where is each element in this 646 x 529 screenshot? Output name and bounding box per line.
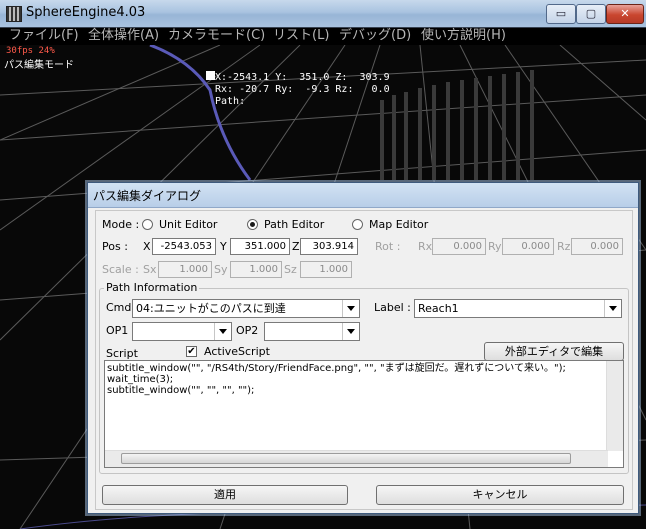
window-title: SphereEngine4.03 bbox=[26, 5, 146, 20]
scale-x-label: Sx bbox=[143, 263, 157, 276]
rot-y-label: Ry bbox=[488, 240, 502, 253]
menu-list[interactable]: リスト(L) bbox=[270, 27, 332, 45]
pos-y-label: Y bbox=[220, 240, 227, 253]
pos-x-field[interactable]: -2543.053 bbox=[152, 238, 216, 255]
menu-help[interactable]: 使い方説明(H) bbox=[418, 27, 509, 45]
chevron-down-icon bbox=[342, 300, 359, 317]
maximize-button[interactable]: ▢ bbox=[576, 4, 606, 24]
active-script-checkbox[interactable]: ✔ bbox=[186, 346, 197, 357]
horizontal-scrollbar-thumb[interactable] bbox=[121, 453, 571, 464]
hud-rotation: Rx: -20.7 Ry: -9.3 Rz: 0.0 bbox=[215, 84, 390, 95]
fps-readout: 30fps 24% bbox=[6, 46, 55, 56]
script-label: Script bbox=[106, 347, 138, 360]
label-label: Label : bbox=[374, 301, 411, 314]
pos-x-label: X bbox=[143, 240, 151, 253]
minimize-button[interactable]: ▭ bbox=[546, 4, 576, 24]
op1-select[interactable] bbox=[132, 322, 232, 341]
menu-global-ops[interactable]: 全体操作(A) bbox=[85, 27, 162, 45]
op2-select[interactable] bbox=[264, 322, 360, 341]
label-select-value: Reach1 bbox=[418, 302, 459, 315]
scale-y-label: Sy bbox=[214, 263, 228, 276]
scale-label: Scale : bbox=[102, 263, 139, 276]
title-bar: SphereEngine4.03 ▭ ▢ ✕ bbox=[0, 0, 646, 28]
pos-z-label: Z bbox=[292, 240, 300, 253]
rot-z-label: Rz bbox=[557, 240, 571, 253]
path-edit-dialog: パス編集ダイアログ Mode : Unit Editor Path Editor… bbox=[87, 182, 639, 514]
radio-map-editor-label[interactable]: Map Editor bbox=[369, 218, 428, 231]
pos-z-field[interactable]: 303.914 bbox=[300, 238, 358, 255]
building-pillars bbox=[380, 70, 534, 180]
editor-mode-readout: パス編集モード bbox=[4, 60, 74, 71]
radio-unit-editor-label[interactable]: Unit Editor bbox=[159, 218, 217, 231]
mode-label: Mode : bbox=[102, 218, 140, 231]
app-window: SphereEngine4.03 ▭ ▢ ✕ 30fps 24% パス編集モード… bbox=[0, 0, 646, 529]
menu-bar: ファイル(F) 全体操作(A) カメラモード(C) リスト(L) デバッグ(D)… bbox=[0, 27, 646, 45]
radio-path-editor[interactable] bbox=[247, 219, 258, 230]
scale-z-label: Sz bbox=[284, 263, 297, 276]
menu-camera-mode[interactable]: カメラモード(C) bbox=[165, 27, 268, 45]
radio-map-editor[interactable] bbox=[352, 219, 363, 230]
chevron-down-icon bbox=[214, 323, 231, 340]
pos-label: Pos : bbox=[102, 240, 128, 253]
horizontal-scrollbar[interactable] bbox=[105, 450, 608, 467]
menu-file[interactable]: ファイル(F) bbox=[6, 27, 82, 45]
vertical-scrollbar[interactable] bbox=[606, 361, 623, 451]
hud-position: X:-2543.1 Y: 351.0 Z: 303.9 bbox=[215, 72, 390, 83]
pos-y-field[interactable]: 351.000 bbox=[230, 238, 290, 255]
scale-z-field[interactable]: 1.000 bbox=[300, 261, 352, 278]
active-script-label[interactable]: ActiveScript bbox=[204, 345, 270, 358]
dialog-title-bar[interactable]: パス編集ダイアログ bbox=[88, 183, 638, 208]
rot-z-field[interactable]: 0.000 bbox=[571, 238, 623, 255]
cmd-select-value: 04:ユニットがこのパスに到達 bbox=[136, 302, 286, 315]
op1-label: OP1 bbox=[106, 324, 129, 337]
rot-y-field[interactable]: 0.000 bbox=[502, 238, 554, 255]
cmd-label: Cmd bbox=[106, 301, 132, 314]
chevron-down-icon bbox=[342, 323, 359, 340]
apply-button[interactable]: 適用 bbox=[102, 485, 348, 505]
scale-x-field[interactable]: 1.000 bbox=[158, 261, 212, 278]
scale-y-field[interactable]: 1.000 bbox=[230, 261, 282, 278]
dialog-title: パス編集ダイアログ bbox=[93, 189, 202, 203]
external-editor-button[interactable]: 外部エディタで編集 bbox=[484, 342, 624, 361]
menu-debug[interactable]: デバッグ(D) bbox=[336, 27, 414, 45]
radio-unit-editor[interactable] bbox=[142, 219, 153, 230]
cmd-select[interactable]: 04:ユニットがこのパスに到達 bbox=[132, 299, 360, 318]
op2-label: OP2 bbox=[236, 324, 259, 337]
cancel-button[interactable]: キャンセル bbox=[376, 485, 624, 505]
close-button[interactable]: ✕ bbox=[606, 4, 644, 24]
path-information-label: Path Information bbox=[104, 281, 200, 294]
script-text[interactable]: subtitle_window("", "/RS4th/Story/Friend… bbox=[105, 361, 609, 398]
chevron-down-icon bbox=[604, 300, 621, 317]
rot-label: Rot : bbox=[375, 240, 401, 253]
selection-marker bbox=[206, 71, 215, 80]
hud-path: Path: bbox=[215, 96, 246, 107]
radio-path-editor-label[interactable]: Path Editor bbox=[264, 218, 324, 231]
dialog-body: Mode : Unit Editor Path Editor Map Edito… bbox=[95, 210, 633, 510]
rot-x-label: Rx bbox=[418, 240, 433, 253]
script-textarea[interactable]: subtitle_window("", "/RS4th/Story/Friend… bbox=[104, 360, 624, 468]
label-select[interactable]: Reach1 bbox=[414, 299, 622, 318]
app-icon bbox=[6, 6, 22, 22]
rot-x-field[interactable]: 0.000 bbox=[432, 238, 486, 255]
